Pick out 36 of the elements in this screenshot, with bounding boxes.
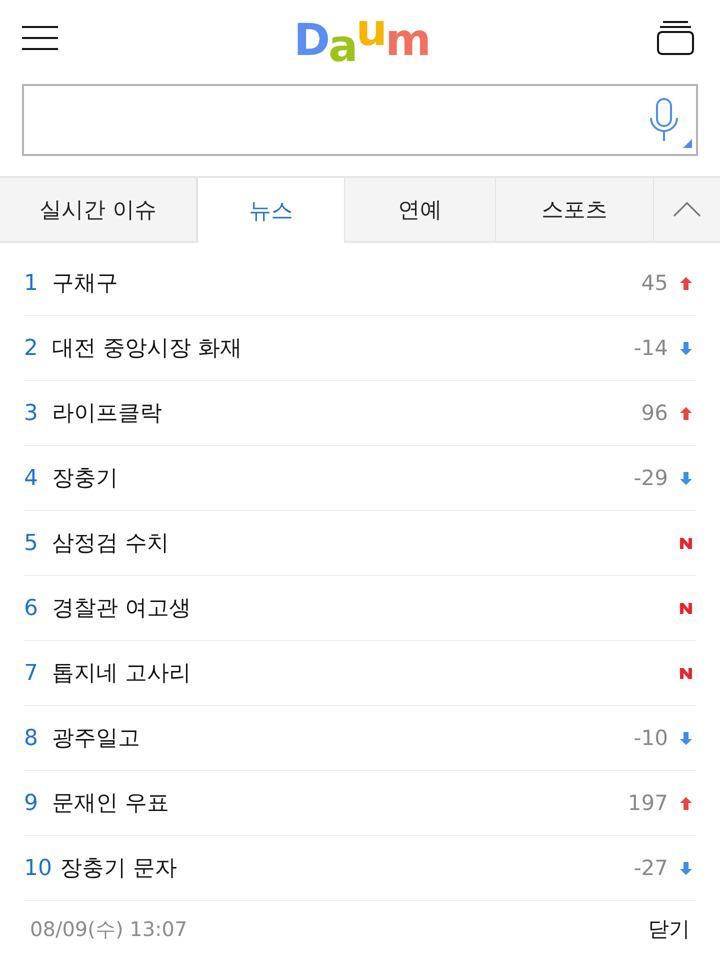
- rank-change: -27: [634, 856, 668, 880]
- keyword-link[interactable]: 구채구: [52, 268, 118, 298]
- rank-number: 6: [24, 596, 39, 620]
- rank-number: 9: [24, 790, 39, 816]
- menu-icon[interactable]: [22, 25, 58, 51]
- chevron-up-icon: [673, 202, 701, 217]
- rank-number: 2: [24, 336, 39, 360]
- rank-change: -29: [634, 466, 668, 490]
- corner-triangle-icon: [683, 139, 692, 148]
- keyword-link[interactable]: 톱지네 고사리: [52, 658, 191, 688]
- rank-number: 4: [24, 466, 39, 490]
- rank-number: 1: [24, 270, 39, 296]
- rank-number: 5: [24, 530, 39, 556]
- keyword-link[interactable]: 문재인 우표: [52, 788, 169, 818]
- close-link[interactable]: 닫기: [648, 915, 690, 943]
- timestamp: 08/09(수) 13:07: [30, 916, 188, 942]
- rank-number: 7: [24, 660, 39, 686]
- search-field[interactable]: [22, 84, 698, 156]
- microphone-icon[interactable]: [650, 98, 678, 142]
- tab[interactable]: 뉴스: [197, 178, 345, 243]
- windows-icon[interactable]: [656, 21, 694, 55]
- rank-change: 45: [641, 271, 668, 295]
- rank-number: 8: [24, 726, 39, 750]
- keyword-link[interactable]: 삼정검 수치: [52, 528, 169, 558]
- rank-change: -10: [634, 726, 668, 750]
- rank-change: 197: [628, 791, 668, 815]
- rank-change: 96: [641, 401, 668, 425]
- keyword-link[interactable]: 광주일고: [52, 723, 140, 753]
- keyword-link[interactable]: 라이프클락: [52, 398, 162, 428]
- keyword-link[interactable]: 대전 중앙시장 화재: [52, 333, 242, 363]
- keyword-link[interactable]: 장충기 문자: [60, 853, 177, 883]
- keyword-link[interactable]: 경찰관 여고생: [52, 593, 191, 623]
- rank-number: 10: [24, 856, 53, 880]
- rank-number: 3: [24, 400, 39, 426]
- rank-change: -14: [634, 336, 668, 360]
- keyword-link[interactable]: 장충기: [52, 463, 118, 493]
